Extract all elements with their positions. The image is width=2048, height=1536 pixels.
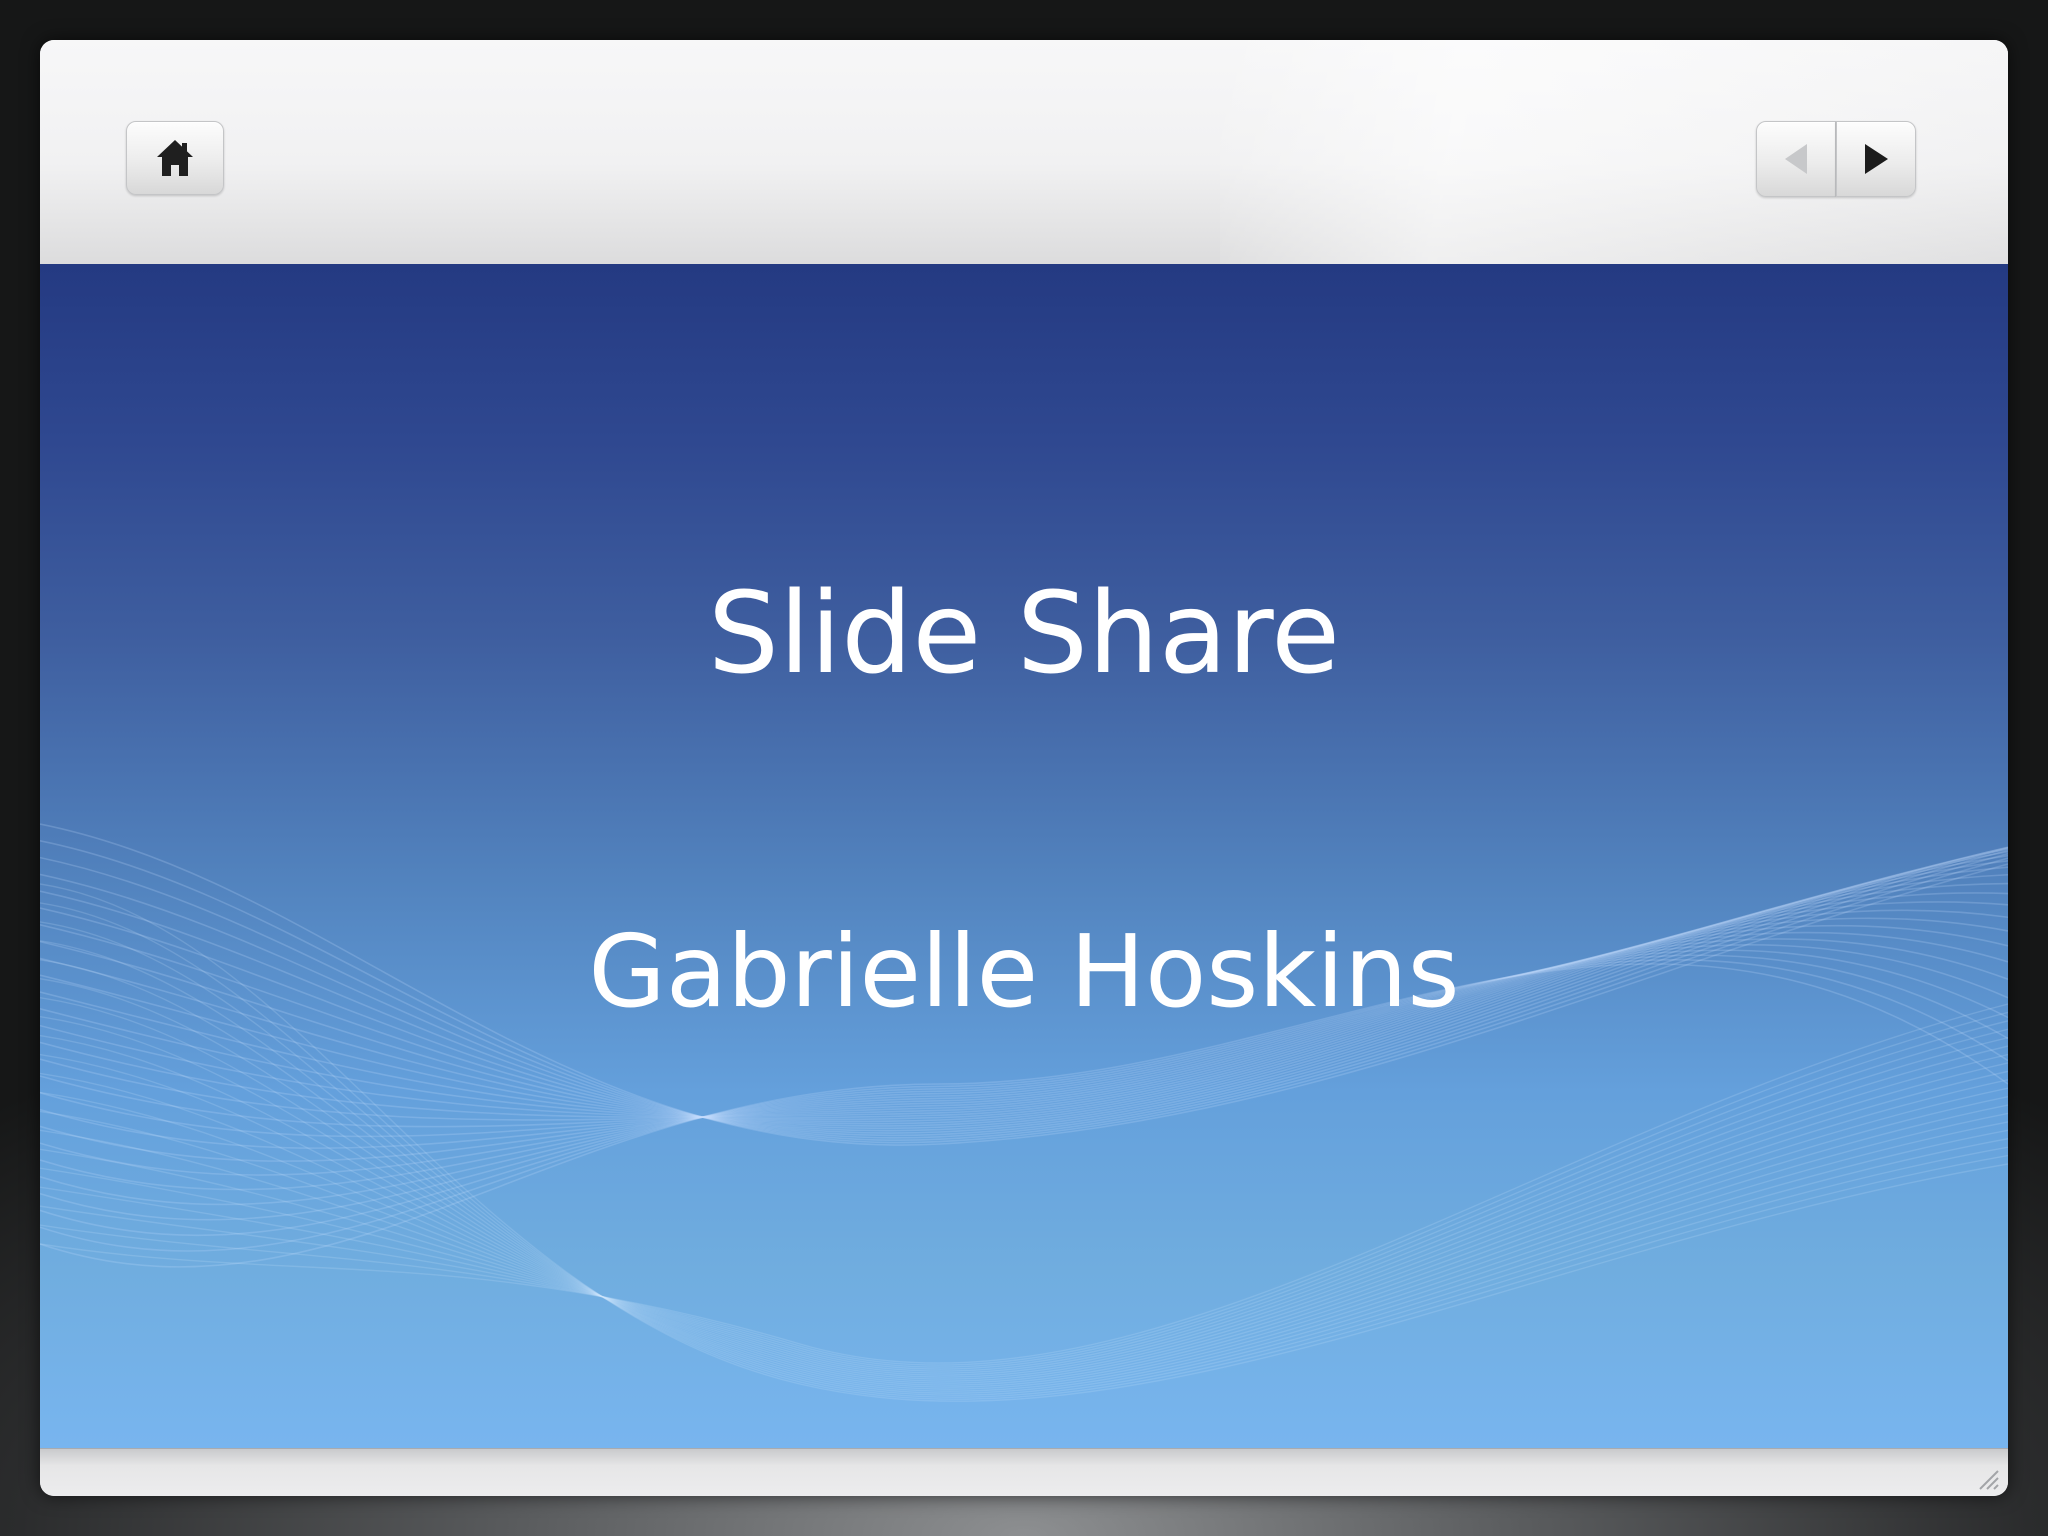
slide-canvas: Slide Share Gabrielle Hoskins — [40, 264, 2008, 1448]
home-button[interactable] — [126, 121, 224, 195]
top-toolbar — [40, 40, 2008, 265]
bottom-status-bar — [40, 1448, 2008, 1496]
wave-background — [40, 823, 2008, 1402]
slide-navigation — [1756, 121, 1916, 197]
previous-slide-button[interactable] — [1756, 121, 1836, 197]
slide-subtitle: Gabrielle Hoskins — [588, 913, 1460, 1030]
presentation-window: Slide Share Gabrielle Hoskins — [40, 40, 2008, 1496]
next-slide-button[interactable] — [1836, 121, 1916, 197]
wave-line — [40, 1011, 2008, 1366]
triangle-right-icon — [1865, 144, 1888, 174]
slide-title: Slide Share — [707, 569, 1341, 699]
resize-grip-icon[interactable] — [1972, 1463, 2000, 1491]
triangle-left-icon — [1785, 144, 1807, 174]
wave-line — [40, 1015, 2008, 1388]
home-icon — [157, 140, 193, 176]
